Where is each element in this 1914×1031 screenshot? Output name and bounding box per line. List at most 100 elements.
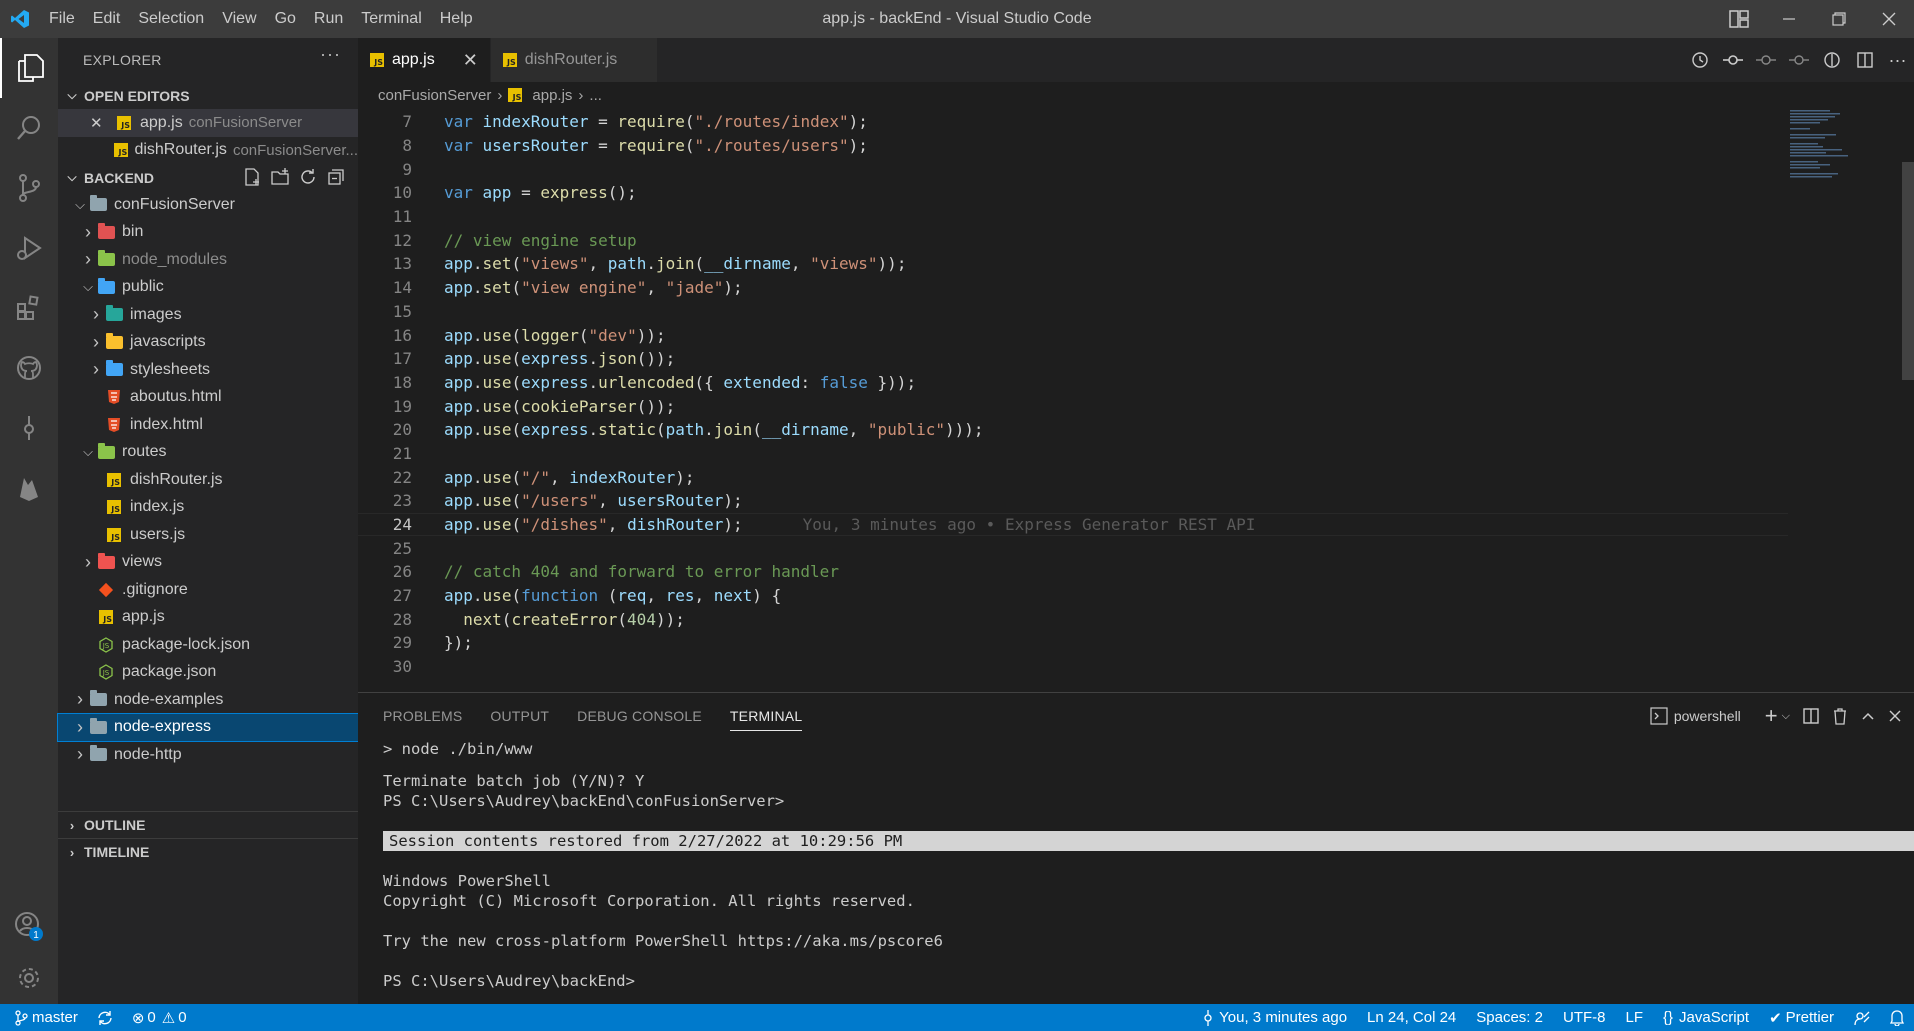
tree-item[interactable]: › bin bbox=[58, 219, 358, 247]
code-line[interactable]: 13 app.set("views", path.join(__dirname, … bbox=[358, 252, 1788, 276]
tree-item[interactable]: JS package-lock.json bbox=[58, 631, 358, 659]
previous-change-icon[interactable] bbox=[1749, 51, 1782, 69]
breadcrumb-symbol[interactable]: ... bbox=[589, 87, 602, 104]
chevron-down-icon[interactable]: ⌵ bbox=[1782, 710, 1790, 723]
code-line[interactable]: 22 app.use("/", indexRouter); bbox=[358, 465, 1788, 489]
collapse-all-icon[interactable] bbox=[326, 167, 346, 187]
tree-item[interactable]: › views bbox=[58, 549, 358, 577]
menu-go[interactable]: Go bbox=[266, 0, 305, 38]
source-control-icon[interactable] bbox=[0, 158, 58, 218]
tree-item[interactable]: › images bbox=[58, 301, 358, 329]
menu-help[interactable]: Help bbox=[431, 0, 482, 38]
code-line[interactable]: 20 app.use(express.static(path.join(__dir… bbox=[358, 418, 1788, 442]
github-icon[interactable] bbox=[0, 338, 58, 398]
tree-item[interactable]: JS app.js bbox=[58, 604, 358, 632]
gear-icon[interactable] bbox=[0, 948, 58, 1008]
menu-terminal[interactable]: Terminal bbox=[352, 0, 430, 38]
code-line[interactable]: 27 app.use(function (req, res, next) { bbox=[358, 584, 1788, 608]
language-mode[interactable]: {} JavaScript bbox=[1663, 1009, 1749, 1026]
explorer-icon[interactable] bbox=[0, 38, 58, 98]
close-tab-icon[interactable]: ✕ bbox=[463, 50, 478, 71]
firebase-icon[interactable] bbox=[0, 458, 58, 518]
open-editor-item[interactable]: JS dishRouter.js conFusionServer... bbox=[58, 137, 358, 165]
code-editor[interactable]: 7 var indexRouter = require("./routes/ind… bbox=[358, 110, 1788, 690]
menu-view[interactable]: View bbox=[213, 0, 265, 38]
terminal-output[interactable]: > node ./bin/www Terminate batch job (Y/N… bbox=[383, 739, 1914, 991]
tree-item[interactable]: .gitignore bbox=[58, 576, 358, 604]
next-change-icon[interactable] bbox=[1782, 51, 1815, 69]
split-editor-icon[interactable] bbox=[1848, 51, 1881, 69]
open-editor-item[interactable]: ✕ JS app.js conFusionServer bbox=[58, 109, 358, 137]
notifications-bell-icon[interactable] bbox=[1890, 1009, 1904, 1026]
end-of-line[interactable]: LF bbox=[1625, 1009, 1643, 1026]
code-line[interactable]: 19 app.use(cookieParser()); bbox=[358, 394, 1788, 418]
close-icon[interactable]: ✕ bbox=[90, 114, 106, 132]
layout-icon[interactable] bbox=[1714, 0, 1764, 38]
tree-item[interactable]: ⌵ routes bbox=[58, 439, 358, 467]
tab-app-js[interactable]: JS app.js ✕ bbox=[358, 38, 491, 82]
code-line[interactable]: 12 // view engine setup bbox=[358, 228, 1788, 252]
scrollbar-thumb[interactable] bbox=[1902, 162, 1914, 380]
close-panel-icon[interactable] bbox=[1888, 709, 1902, 723]
cursor-position[interactable]: Ln 24, Col 24 bbox=[1367, 1009, 1456, 1026]
sync-icon[interactable] bbox=[96, 1010, 114, 1026]
tree-item[interactable]: › node-examples bbox=[58, 686, 358, 714]
prettier-status[interactable]: ✔ Prettier bbox=[1769, 1009, 1834, 1027]
tree-item[interactable]: aboutus.html bbox=[58, 384, 358, 412]
branch-indicator[interactable]: master bbox=[14, 1009, 78, 1026]
code-line[interactable]: 25 bbox=[358, 536, 1788, 560]
tree-item[interactable]: ⌵ conFusionServer bbox=[58, 191, 358, 219]
accounts-icon[interactable]: 1 bbox=[0, 896, 58, 956]
tab-terminal[interactable]: TERMINAL bbox=[729, 702, 803, 731]
tree-item[interactable]: JS index.js bbox=[58, 494, 358, 522]
code-line[interactable]: 9 bbox=[358, 157, 1788, 181]
code-line[interactable]: 28 next(createError(404)); bbox=[358, 607, 1788, 631]
new-terminal-icon[interactable]: + bbox=[1765, 703, 1778, 729]
menu-run[interactable]: Run bbox=[305, 0, 352, 38]
git-commit-icon[interactable] bbox=[1716, 51, 1749, 69]
outline-section[interactable]: › OUTLINE bbox=[58, 811, 358, 838]
history-icon[interactable] bbox=[1683, 51, 1716, 69]
more-actions-icon[interactable]: ··· bbox=[1881, 50, 1914, 71]
code-line[interactable]: 24 app.use("/dishes", dishRouter); You, 3 … bbox=[358, 512, 1788, 537]
tree-item[interactable]: JS dishRouter.js bbox=[58, 466, 358, 494]
menu-file[interactable]: File bbox=[40, 0, 84, 38]
run-debug-icon[interactable] bbox=[0, 218, 58, 278]
editor-scrollbar[interactable] bbox=[1900, 108, 1914, 688]
split-terminal-icon[interactable] bbox=[1802, 707, 1820, 725]
feedback-icon[interactable] bbox=[1854, 1010, 1870, 1026]
restore-button[interactable] bbox=[1814, 0, 1864, 38]
code-line[interactable]: 17 app.use(express.json()); bbox=[358, 347, 1788, 371]
code-line[interactable]: 15 bbox=[358, 300, 1788, 324]
more-actions-icon[interactable]: ··· bbox=[320, 44, 341, 65]
git-blame-status[interactable]: You, 3 minutes ago bbox=[1203, 1009, 1347, 1026]
tree-item[interactable]: JS package.json bbox=[58, 659, 358, 687]
code-line[interactable]: 7 var indexRouter = require("./routes/ind… bbox=[358, 110, 1788, 134]
code-line[interactable]: 8 var usersRouter = require("./routes/use… bbox=[358, 134, 1788, 158]
terminal-select[interactable]: powershell bbox=[1650, 707, 1753, 725]
tab-dishrouter-js[interactable]: JS dishRouter.js bbox=[490, 38, 659, 82]
extensions-icon[interactable] bbox=[0, 278, 58, 338]
tree-item[interactable]: › stylesheets bbox=[58, 356, 358, 384]
tree-item[interactable]: ⌵ public bbox=[58, 274, 358, 302]
tree-item[interactable]: › node-http bbox=[58, 741, 358, 769]
tree-item[interactable]: › node_modules bbox=[58, 246, 358, 274]
new-file-icon[interactable] bbox=[242, 167, 262, 187]
tab-problems[interactable]: PROBLEMS bbox=[383, 702, 462, 730]
open-editors-section[interactable]: ⌵ OPEN EDITORS bbox=[58, 82, 358, 109]
close-window-button[interactable] bbox=[1864, 0, 1914, 38]
tab-output[interactable]: OUTPUT bbox=[490, 702, 549, 730]
minimap[interactable] bbox=[1788, 108, 1900, 688]
timeline-icon[interactable] bbox=[0, 398, 58, 458]
code-line[interactable]: 21 bbox=[358, 442, 1788, 466]
tree-item[interactable]: JS users.js bbox=[58, 521, 358, 549]
trash-icon[interactable] bbox=[1832, 707, 1848, 725]
code-line[interactable]: 10 var app = express(); bbox=[358, 181, 1788, 205]
code-line[interactable]: 18 app.use(express.urlencoded({ extended:… bbox=[358, 371, 1788, 395]
menu-edit[interactable]: Edit bbox=[84, 0, 130, 38]
code-line[interactable]: 23 app.use("/users", usersRouter); bbox=[358, 489, 1788, 513]
search-icon[interactable] bbox=[0, 98, 58, 158]
new-folder-icon[interactable] bbox=[270, 167, 290, 187]
menu-selection[interactable]: Selection bbox=[129, 0, 213, 38]
tree-item[interactable]: index.html bbox=[58, 411, 358, 439]
